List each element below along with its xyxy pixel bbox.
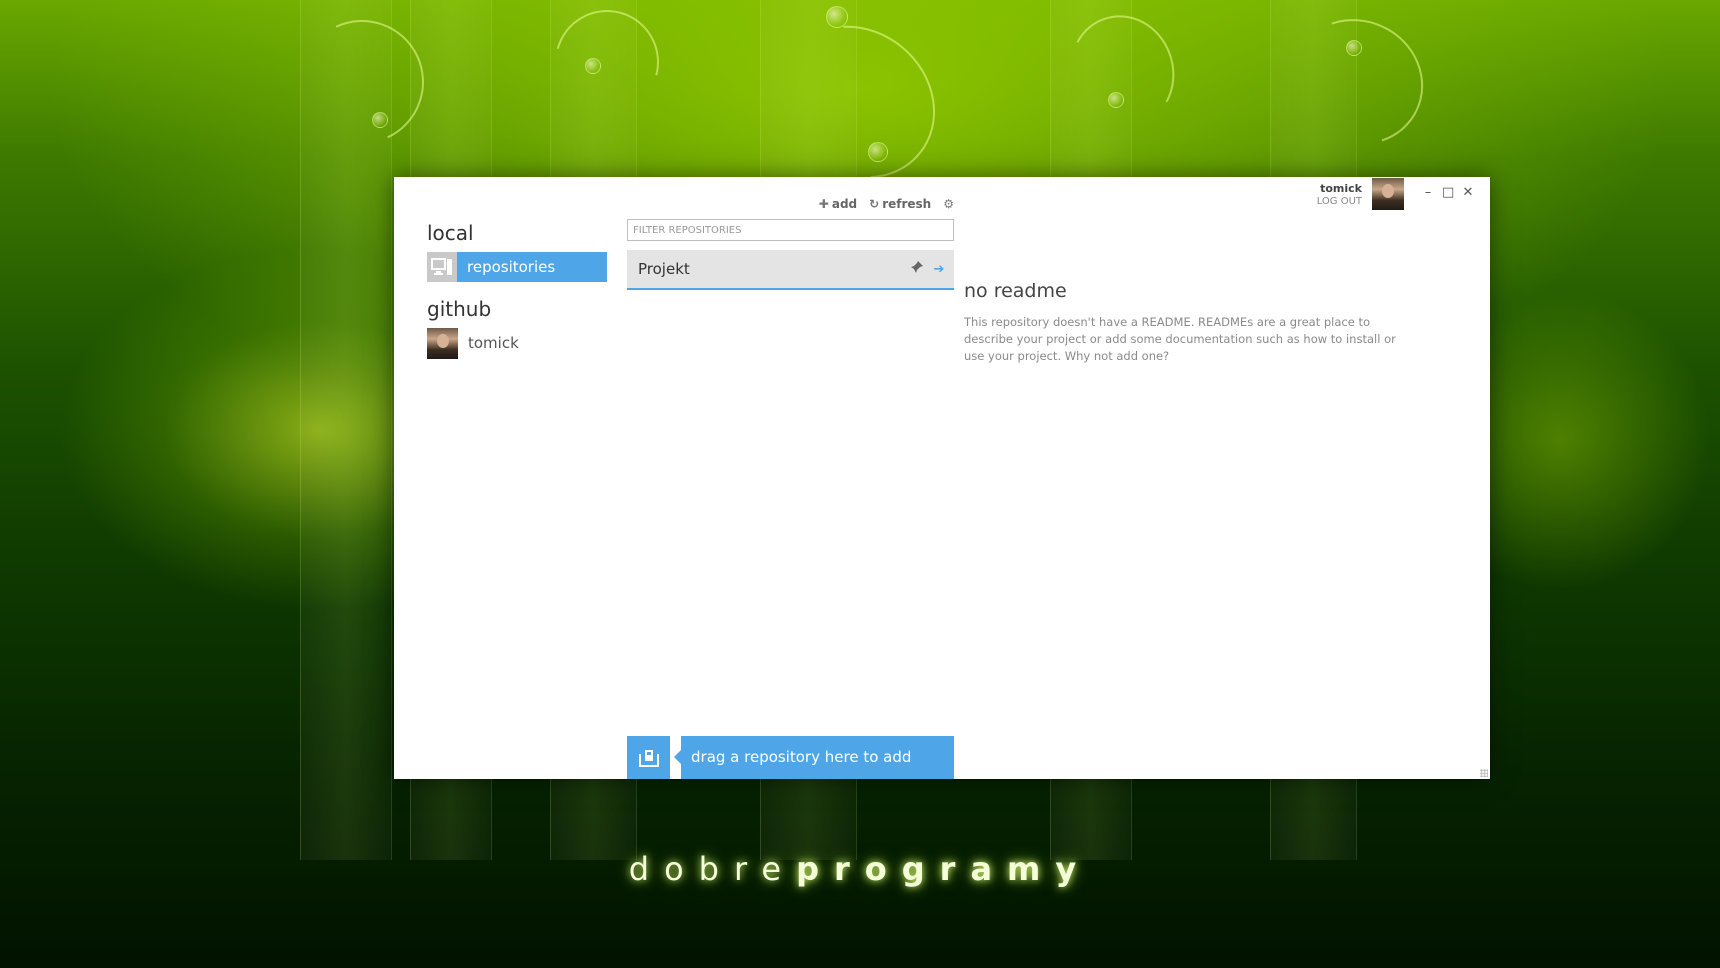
repository-panel: ✚ add ↻ refresh ⚙ Projekt ➔ <box>627 177 954 779</box>
bubble-decoration <box>372 112 388 128</box>
github-user-avatar <box>427 327 458 359</box>
github-section-title: github <box>427 297 492 321</box>
computer-icon <box>427 252 457 282</box>
brand-bold-text: programy <box>796 850 1092 888</box>
arrow-right-icon[interactable]: ➔ <box>928 262 950 277</box>
window-controls: – □ ✕ <box>1422 185 1474 201</box>
sidebar-item-label: repositories <box>457 252 607 282</box>
username-label: tomick <box>1320 182 1362 195</box>
brand-logo: dobreprogramy <box>0 850 1720 888</box>
bubble-decoration <box>585 58 601 74</box>
add-button-label: add <box>831 197 858 211</box>
minimize-button[interactable]: – <box>1422 185 1434 201</box>
repo-toolbar: ✚ add ↻ refresh ⚙ <box>819 197 954 211</box>
sidebar: local repositories github tomick <box>427 220 607 359</box>
pin-icon[interactable] <box>906 261 928 277</box>
readme-title: no readme <box>964 280 1067 302</box>
filter-repositories-input[interactable] <box>627 219 954 241</box>
add-button[interactable]: ✚ add <box>819 197 857 211</box>
local-section-title: local <box>427 221 474 245</box>
close-button[interactable]: ✕ <box>1462 185 1474 201</box>
refresh-button-label: refresh <box>882 197 932 211</box>
bubble-decoration <box>1346 40 1362 56</box>
brand-light-text: dobre <box>628 850 797 888</box>
drop-zone[interactable]: drag a repository here to add <box>627 736 954 779</box>
bubble-decoration <box>1108 92 1124 108</box>
settings-button[interactable]: ⚙ <box>943 197 954 211</box>
bubble-decoration <box>826 6 848 28</box>
readme-body: This repository doesn't have a README. R… <box>964 315 1396 363</box>
bubble-decoration <box>868 142 888 162</box>
repository-row[interactable]: Projekt ➔ <box>627 250 954 290</box>
refresh-button[interactable]: ↻ refresh <box>869 197 931 211</box>
plus-icon: ✚ <box>818 197 829 211</box>
sidebar-item-github-user[interactable]: tomick <box>427 327 607 359</box>
user-box: tomick LOG OUT <box>1317 178 1404 210</box>
readme-panel: no readme This repository doesn't have a… <box>964 280 1404 365</box>
refresh-icon: ↻ <box>869 197 880 211</box>
sidebar-item-repositories[interactable]: repositories <box>427 252 607 282</box>
app-window: tomick LOG OUT – □ ✕ local repositories … <box>394 177 1490 779</box>
maximize-button[interactable]: □ <box>1442 185 1454 201</box>
logout-link[interactable]: LOG OUT <box>1317 195 1362 208</box>
user-avatar[interactable] <box>1372 178 1404 210</box>
sidebar-item-label: tomick <box>468 334 519 352</box>
drop-repo-icon <box>627 736 670 779</box>
drop-zone-label: drag a repository here to add <box>674 736 954 779</box>
user-text: tomick LOG OUT <box>1317 178 1362 208</box>
repository-name: Projekt <box>638 260 690 278</box>
gear-icon: ⚙ <box>943 197 954 211</box>
resize-grip[interactable] <box>1480 769 1488 777</box>
